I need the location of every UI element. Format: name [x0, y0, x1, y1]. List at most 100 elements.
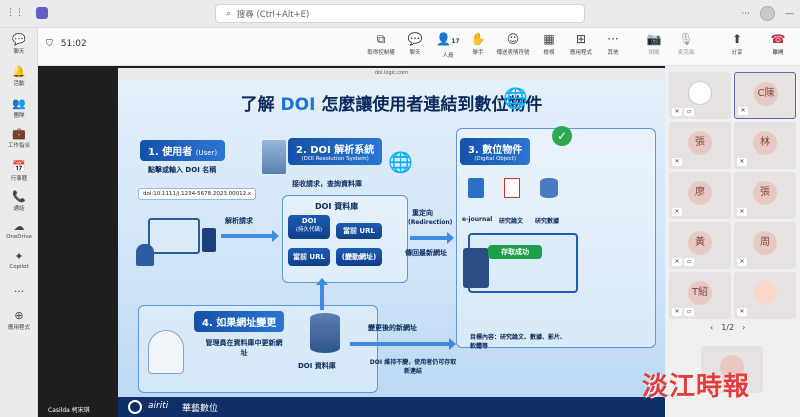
arrow-db-up — [316, 278, 328, 310]
rail-item-more[interactable]: ... — [0, 283, 38, 296]
mic-off-icon: ✕ — [672, 158, 682, 166]
camera-off-icon: ▫ — [684, 258, 694, 266]
minimize-icon[interactable]: — — [785, 9, 794, 19]
avatar: C陳 — [754, 82, 778, 106]
user-figure-icon — [136, 244, 154, 266]
raise-hand-button[interactable]: ✋ 舉手 — [458, 32, 498, 56]
grid-icon[interactable]: ⋮⋮ — [6, 8, 24, 18]
search-input[interactable]: ⌕ 搜尋 (Ctrl+Alt+E) — [215, 4, 585, 23]
camera-off-icon: ▫ — [684, 108, 694, 116]
server-icon — [262, 140, 286, 174]
search-icon: ⌕ — [226, 8, 231, 19]
apps-icon: ⊕ — [14, 309, 24, 322]
rail-item-calendar[interactable]: 📅 行事曆 — [0, 161, 38, 183]
rail-item-onedrive[interactable]: ☁ OneDrive — [0, 221, 38, 241]
brand-logo-icon — [128, 400, 142, 414]
participants-gallery: ✕ ▫ C陳 ✕ 張 ✕ 林 ✕ 廖 ✕ 張 ✕ 黃 ✕ ▫ 周 ✕ T紹 ✕ ▫ ✕ ‹ 1/2 › — [665, 66, 800, 417]
pdf-icon — [504, 178, 520, 198]
monitor-icon — [148, 218, 200, 254]
participant-tile[interactable]: ✕ ▫ — [669, 72, 731, 119]
participant-tile[interactable]: 周 ✕ — [734, 222, 796, 269]
participant-tile[interactable]: 張 ✕ — [734, 172, 796, 219]
avatar: 廖 — [688, 181, 712, 205]
section-resolution-label: 2. DOI 解析系統 (DOI Resolution System) — [288, 138, 383, 165]
rail-item-chat[interactable]: 💬 聊天 — [0, 34, 38, 56]
mic-off-icon: ✕ — [672, 208, 682, 216]
check-circle-icon: ✓ — [552, 126, 572, 146]
mic-off-icon: ✕ — [737, 158, 747, 166]
app-rail: 💬 聊天 🔔 活動 👥 團隊 💼 工作指派 📅 行事曆 📞 通話 ☁ OneDrive ✦ Co… — [0, 28, 38, 417]
admin-figure-icon — [148, 330, 184, 374]
rail-item-activity[interactable]: 🔔 活動 — [0, 65, 38, 88]
avatar — [753, 281, 777, 305]
keep-note: DOI 維持不變，使用者仍可存取新連結 — [369, 359, 457, 375]
more-icon: ... — [13, 282, 25, 295]
participant-tile[interactable]: 林 ✕ — [734, 122, 796, 169]
object-paper: 研究論文 — [499, 218, 524, 225]
database-icon — [540, 178, 558, 198]
slide-title: 了解 DOI 怎麼讓使用者連結到數位物件 — [240, 95, 543, 115]
window-controls: ··· — — [741, 6, 794, 21]
mic-button[interactable]: 🎙 麥克風 — [666, 32, 706, 56]
search-placeholder: 搜尋 (Ctrl+Alt+E) — [236, 9, 310, 20]
chevron-right-icon[interactable]: › — [742, 323, 745, 332]
phone-device-icon — [202, 228, 216, 252]
db-title: DOI 資料庫 — [315, 202, 359, 211]
rail-item-calls[interactable]: 📞 通話 — [0, 190, 38, 213]
globe-icon: 🌐 — [503, 86, 528, 110]
globe-icon: 🌐 — [388, 150, 413, 174]
avatar: 黃 — [688, 231, 712, 255]
db-current-url-cell-2: 當前 URL — [288, 248, 330, 266]
emoji-icon: ☺ — [506, 32, 520, 46]
share-button[interactable]: ⬆ 分享 — [717, 32, 757, 56]
participant-tile[interactable]: T紹 ✕ ▫ — [669, 272, 731, 319]
participant-tile[interactable]: 黃 ✕ ▫ — [669, 222, 731, 269]
user-desc: 點擊或輸入 DOI 名稱 — [148, 166, 217, 174]
arrow-user-to-system — [221, 230, 279, 242]
meeting-timer: ⛉ 51:02 — [46, 39, 87, 49]
db-changed-url-cell: (變動網址) — [336, 248, 382, 266]
meeting-toolbar: ⛉ 51:02 ⧉ 取得控制權 💬 聊天 👤17 人員 ✋ 舉手 ☺ 傳送表情符號 ▦ 檢視… — [38, 28, 800, 66]
emoji-button[interactable]: ☺ 傳送表情符號 — [493, 32, 533, 56]
more-button[interactable]: ··· 其他 — [593, 32, 633, 56]
rail-item-copilot[interactable]: ✦ Copilot — [0, 250, 38, 271]
more-icon[interactable]: ··· — [741, 9, 750, 19]
mic-off-icon: ✕ — [672, 258, 682, 266]
db-doi-cell: DOI (持久代碼) — [288, 215, 330, 239]
participant-tile[interactable]: 廖 ✕ — [669, 172, 731, 219]
mic-off-icon: ✕ — [738, 107, 748, 115]
bell-icon: 🔔 — [12, 65, 26, 78]
resolution-desc: 接收請求，查詢資料庫 — [292, 180, 362, 188]
hand-icon: ✋ — [470, 32, 486, 46]
avatar — [688, 81, 712, 105]
slide-footer: airiti 華藝數位 — [118, 397, 665, 417]
avatar: 張 — [688, 131, 712, 155]
rail-item-assignments[interactable]: 💼 工作指派 — [0, 128, 38, 150]
avatar[interactable] — [760, 6, 775, 21]
leave-button[interactable]: ☎ 離開 — [758, 32, 798, 56]
section-user-label: 1. 使用者 (User) — [140, 140, 226, 161]
phone-icon: 📞 — [12, 190, 26, 203]
rail-item-apps[interactable]: ⊕ 應用程式 — [0, 309, 38, 332]
participant-tile[interactable]: C陳 ✕ — [734, 72, 796, 119]
title-bar: ⋮⋮ ⌕ 搜尋 (Ctrl+Alt+E) ··· — — [0, 0, 800, 28]
teams-logo-icon — [36, 7, 48, 19]
ejournal-icon — [468, 178, 484, 198]
nav-controls: ⋮⋮ — [6, 7, 48, 19]
teams-icon: 👥 — [12, 97, 26, 110]
copilot-icon: ✦ — [14, 250, 24, 263]
brand-name-cn: 華藝數位 — [182, 404, 219, 414]
url-change-db-label: DOI 資料庫 — [298, 362, 336, 370]
object-ejournal: e-journal — [462, 216, 493, 223]
rail-item-teams[interactable]: 👥 團隊 — [0, 97, 38, 120]
slide-url-bar: doi.logic.com — [118, 68, 665, 79]
avatar: T紹 — [688, 281, 712, 305]
mic-off-icon: ✕ — [672, 308, 682, 316]
participant-tile[interactable]: ✕ — [734, 272, 796, 319]
mic-off-icon: ✕ — [737, 258, 747, 266]
chevron-left-icon[interactable]: ‹ — [710, 323, 713, 332]
mic-off-icon: 🎙 — [678, 32, 694, 46]
parse-request-label: 解析請求 — [225, 217, 253, 225]
brand-name: airiti — [148, 401, 169, 411]
participant-tile[interactable]: 張 ✕ — [669, 122, 731, 169]
